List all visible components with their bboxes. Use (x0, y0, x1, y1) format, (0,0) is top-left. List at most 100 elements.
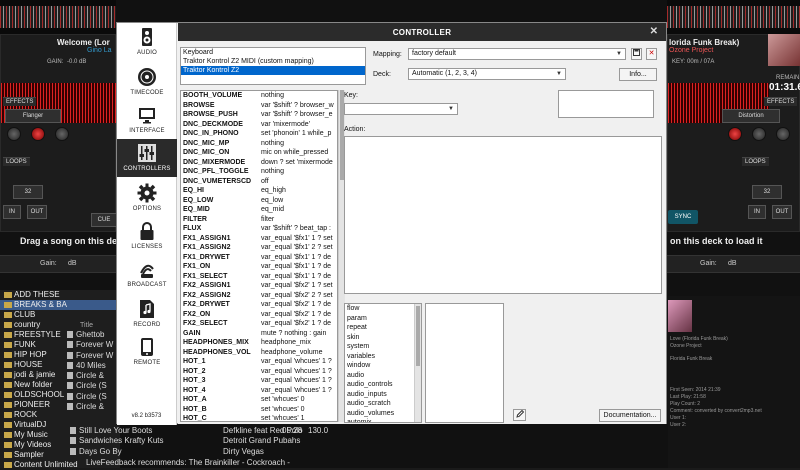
table-row[interactable]: HOT_B set 'whcues' 0 (181, 405, 337, 415)
table-row[interactable]: DNC_MIXERMODE down ? set 'mixermode (181, 158, 337, 168)
close-icon[interactable]: ✕ (650, 26, 658, 37)
table-row[interactable]: EQ_MID eq_mid (181, 205, 337, 215)
right-effect-knob-2[interactable] (752, 127, 766, 141)
table-row[interactable]: HEADPHONES_VOL headphone_volume (181, 348, 337, 358)
table-row[interactable]: HOT_C set 'whcues' 1 (181, 414, 337, 421)
documentation-button[interactable]: Documentation... (599, 409, 661, 422)
table-row[interactable]: DNC_MIC_ON mic on while_pressed (181, 148, 337, 158)
table-row[interactable]: FX1_ASSIGN2 var_equal '$fx1' 2 ? set (181, 243, 337, 253)
left-deck-title: Welcome (Lor (57, 38, 110, 47)
list-item[interactable]: window (345, 361, 421, 371)
save-mapping-icon[interactable] (631, 48, 642, 60)
right-loop-in-button[interactable]: IN (748, 205, 766, 219)
table-row[interactable]: Sandwiches Krafty Kuts Detroit Grand Pub… (70, 436, 320, 446)
table-row[interactable]: FLUX var '$shift' ? beat_tap : (181, 224, 337, 234)
list-item[interactable]: audio (345, 371, 421, 381)
device-item[interactable]: Traktor Kontrol Z2 MIDI (custom mapping) (181, 57, 365, 66)
deck-select[interactable]: Automatic (1, 2, 3, 4) ▼ (408, 68, 566, 80)
table-row[interactable]: FX1_ASSIGN1 var_equal '$fx1' 1 ? set (181, 234, 337, 244)
verb-scrollbar[interactable] (414, 304, 421, 422)
left-loop-out-button[interactable]: OUT (27, 205, 47, 219)
table-row[interactable]: DNC_IN_PHONO set 'phonoin' 1 while_p (181, 129, 337, 139)
device-item[interactable]: Keyboard (181, 48, 365, 57)
info-button[interactable]: Info... (619, 68, 657, 81)
list-item[interactable]: skin (345, 333, 421, 343)
list-item[interactable]: param (345, 314, 421, 324)
list-item[interactable]: audio_inputs (345, 390, 421, 400)
left-cue-button[interactable]: CUE (91, 213, 117, 227)
table-row[interactable]: HOT_3 var_equal 'whcues' 1 ? (181, 376, 337, 386)
table-row[interactable]: FX2_SELECT var_equal '$fx2' 1 ? de (181, 319, 337, 329)
left-effect-select[interactable]: Flanger (5, 109, 61, 123)
list-item[interactable]: variables (345, 352, 421, 362)
table-row[interactable]: BOOTH_VOLUME nothing (181, 91, 337, 101)
table-row[interactable]: FX2_ON var_equal '$fx2' 1 ? de (181, 310, 337, 320)
left-effect-knob-3[interactable] (55, 127, 69, 141)
action-editor[interactable] (344, 136, 662, 294)
mapping-select[interactable]: factory default ▼ (408, 48, 626, 60)
folder-item[interactable]: CLUB (0, 310, 120, 320)
table-row[interactable]: EQ_HI eq_high (181, 186, 337, 196)
table-row[interactable]: HOT_A set 'whcues' 0 (181, 395, 337, 405)
list-item[interactable]: automix (345, 418, 421, 422)
left-effect-knob-2[interactable] (31, 127, 45, 141)
table-row[interactable]: EQ_LOW eq_low (181, 196, 337, 206)
table-row[interactable]: FX2_ASSIGN1 var_equal '$fx2' 1 ? set (181, 281, 337, 291)
controller-settings: Keyboard Traktor Kontrol Z2 MIDI (custom… (178, 41, 666, 424)
table-row[interactable]: DNC_MIC_MP nothing (181, 139, 337, 149)
table-row[interactable]: BROWSE_PUSH var '$shift' ? browser_e (181, 110, 337, 120)
folder-item[interactable]: country (0, 320, 120, 330)
table-row[interactable]: FX1_SELECT var_equal '$fx1' 1 ? de (181, 272, 337, 282)
table-row[interactable]: DNC_VUMETERSCD off (181, 177, 337, 187)
nav-interface[interactable]: INTERFACE (117, 101, 177, 139)
nav-audio[interactable]: AUDIO (117, 23, 177, 61)
key-select[interactable]: ▼ (344, 103, 458, 115)
list-item[interactable]: repeat (345, 323, 421, 333)
nav-broadcast[interactable]: BROADCAST (117, 255, 177, 293)
table-row[interactable]: GAIN mute ? nothing : gain (181, 329, 337, 339)
table-row[interactable]: FX2_DRYWET var_equal '$fx2' 1 ? de (181, 300, 337, 310)
key-capture-box[interactable] (558, 90, 654, 118)
dialog-titlebar[interactable]: CONTROLLER ✕ (178, 23, 666, 41)
table-row[interactable]: Days Go By Dirty Vegas (70, 447, 320, 457)
nav-licenses[interactable]: LICENSES (117, 217, 177, 255)
left-loop-in-button[interactable]: IN (3, 205, 21, 219)
verb-detail-list[interactable] (425, 303, 504, 423)
table-row[interactable]: BROWSE var '$shift' ? browser_w (181, 101, 337, 111)
right-effect-knob-1[interactable] (728, 127, 742, 141)
table-row[interactable]: DNC_PFL_TOGGLE nothing (181, 167, 337, 177)
list-item[interactable]: audio_volumes (345, 409, 421, 419)
right-loop-size[interactable]: 32 (752, 185, 782, 199)
table-row[interactable]: FX1_DRYWET var_equal '$fx1' 1 ? de (181, 253, 337, 263)
nav-options[interactable]: OPTIONS (117, 179, 177, 217)
nav-record[interactable]: RECORD (117, 295, 177, 333)
tracks-header-title[interactable]: Title (80, 322, 93, 329)
delete-mapping-icon[interactable]: ✕ (646, 48, 657, 60)
right-effect-select[interactable]: Distortion (722, 109, 780, 123)
folder-item[interactable]: BREAKS & BA (0, 300, 120, 310)
list-item[interactable]: audio_controls (345, 380, 421, 390)
table-row[interactable]: FILTER filter (181, 215, 337, 225)
table-row[interactable]: HEADPHONES_MIX headphone_mix (181, 338, 337, 348)
right-loop-out-button[interactable]: OUT (772, 205, 792, 219)
table-row[interactable]: HOT_4 var_equal 'whcues' 1 ? (181, 386, 337, 396)
nav-controllers[interactable]: CONTROLLERS (117, 139, 177, 177)
folder-item[interactable]: ADD THESE (0, 290, 120, 300)
list-item[interactable]: system (345, 342, 421, 352)
right-effect-knob-3[interactable] (776, 127, 790, 141)
list-item[interactable]: audio_scratch (345, 399, 421, 409)
device-item-selected[interactable]: Traktor Kontrol Z2 (181, 66, 365, 75)
table-row[interactable]: FX2_ASSIGN2 var_equal '$fx2' 2 ? set (181, 291, 337, 301)
nav-timecode[interactable]: TIMECODE (117, 63, 177, 101)
nav-remote[interactable]: REMOTE (117, 333, 177, 371)
pencil-icon[interactable] (513, 409, 526, 421)
left-effect-knob-1[interactable] (7, 127, 21, 141)
table-row[interactable]: HOT_1 var_equal 'whcues' 1 ? (181, 357, 337, 367)
right-sync-button[interactable]: SYNC (668, 210, 698, 224)
list-item[interactable]: flow (345, 304, 421, 314)
table-row[interactable]: FX1_ON var_equal '$fx1' 1 ? de (181, 262, 337, 272)
right-bottom-db: dB (728, 260, 737, 267)
left-loop-size[interactable]: 32 (13, 185, 43, 199)
table-row[interactable]: HOT_2 var_equal 'whcues' 1 ? (181, 367, 337, 377)
table-row[interactable]: DNC_DECKMODE var 'mixermode' (181, 120, 337, 130)
